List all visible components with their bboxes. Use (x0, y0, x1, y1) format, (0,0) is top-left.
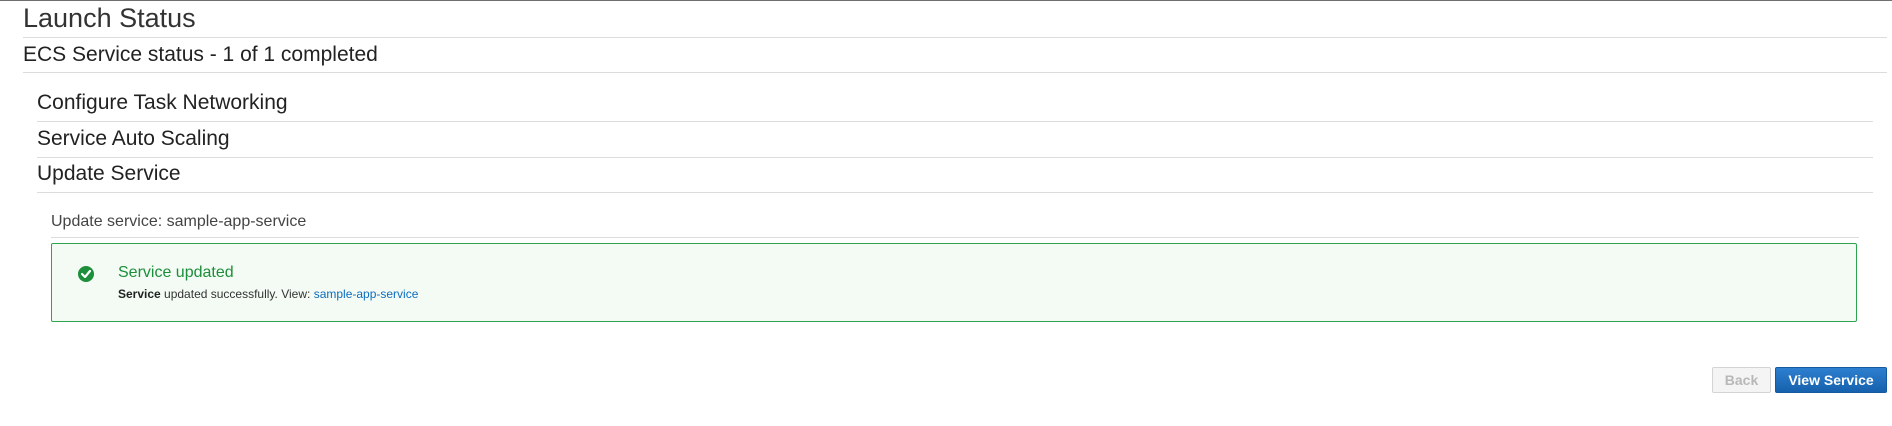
divider (37, 121, 1873, 122)
alert-title: Service updated (118, 264, 234, 281)
service-status-heading: ECS Service status - 1 of 1 completed (23, 43, 378, 66)
update-service-detail: Update service: sample-app-service (51, 213, 307, 230)
divider (37, 157, 1873, 158)
step-configure-task-networking: Configure Task Networking (37, 91, 288, 114)
alert-message-text: updated successfully. View: (160, 287, 314, 301)
alert-message-bold: Service (118, 287, 161, 301)
page-title: Launch Status (23, 3, 196, 33)
step-update-service: Update Service (37, 162, 181, 185)
divider (37, 192, 1873, 193)
success-alert: Service updated Service updated successf… (51, 243, 1857, 322)
check-circle-icon (78, 266, 94, 282)
back-button[interactable]: Back (1712, 367, 1771, 393)
view-service-button[interactable]: View Service (1775, 367, 1887, 393)
divider (23, 37, 1887, 38)
alert-message: Service updated successfully. View: samp… (118, 286, 418, 302)
divider (23, 72, 1887, 73)
divider (51, 237, 1859, 238)
service-link[interactable]: sample-app-service (314, 287, 419, 301)
step-service-auto-scaling: Service Auto Scaling (37, 127, 230, 150)
top-border (0, 0, 1892, 1)
